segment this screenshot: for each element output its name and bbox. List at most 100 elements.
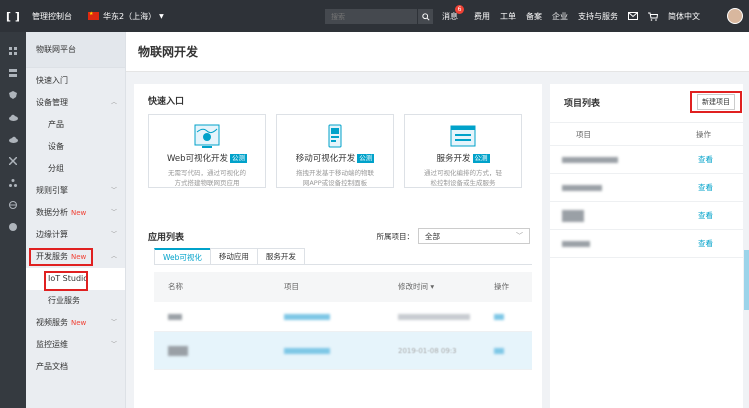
view-link[interactable]: 查看 xyxy=(698,174,713,202)
sidebar-item-label: 规则引擎 xyxy=(36,186,68,195)
cloud-upload-icon[interactable] xyxy=(8,134,18,144)
nav-messages[interactable]: 消息 6 xyxy=(442,4,464,22)
cloud-icon[interactable] xyxy=(8,112,18,122)
sidebar-item-rules[interactable]: 规则引擎 ﹀ xyxy=(26,180,125,202)
circle-icon[interactable] xyxy=(8,222,18,232)
nodes-icon[interactable] xyxy=(8,178,18,188)
sidebar-item-label: 监控运维 xyxy=(36,340,68,349)
console-link[interactable]: 管理控制台 xyxy=(32,11,72,22)
cart-icon[interactable] xyxy=(648,12,658,21)
sidebar-item-label: 数据分析 xyxy=(36,208,68,217)
nav-icp[interactable]: 备案 xyxy=(526,11,542,22)
web-visual-dev-card[interactable]: Web可视化开发 公测 无需写代码，通过可视化的 方式搭建物联网页应用 xyxy=(148,114,266,188)
table-row[interactable] xyxy=(154,302,532,332)
language-selector[interactable]: 简体中文 xyxy=(668,11,700,22)
project-row[interactable]: 查看 xyxy=(550,174,743,202)
beta-badge: 公测 xyxy=(230,153,248,163)
aliyun-logo-icon[interactable]: [ ] xyxy=(0,0,26,32)
card-desc-line: 拖拽开发基于移动端的物联 xyxy=(296,169,374,177)
product-icon-rail xyxy=(0,32,26,408)
sidebar-item-analytics[interactable]: 数据分析 New ﹀ xyxy=(26,202,125,224)
sidebar-item-group[interactable]: 分组 xyxy=(26,158,125,180)
sidebar-item-label: 产品 xyxy=(48,120,64,129)
nav-billing[interactable]: 费用 xyxy=(474,11,490,22)
view-link[interactable]: 查看 xyxy=(698,146,713,174)
app-tabs: Web可视化 移动应用 服务开发 xyxy=(154,248,305,265)
sidebar-item-docs[interactable]: 产品文档 xyxy=(26,356,125,378)
app-table-header: 名称 项目 修改时间 ▾ 操作 xyxy=(154,272,532,302)
new-badge: New xyxy=(71,209,87,217)
project-select[interactable]: 全部 ﹀ xyxy=(418,228,530,244)
sidebar-item-quickstart[interactable]: 快速入门 xyxy=(26,70,125,92)
message-badge: 6 xyxy=(455,4,464,14)
top-bar: [ ] 管理控制台 华东2（上海） ▼ 消息6 费用 工单 备案 企业 支持与服… xyxy=(0,0,749,32)
chevron-down-icon: ﹀ xyxy=(110,319,117,326)
action-redacted xyxy=(494,302,504,332)
sidebar-item-label: 设备 xyxy=(48,142,64,151)
card-desc-line: 网APP或设备控制面板 xyxy=(302,179,368,187)
project-filter: 所属项目： 全部 ﹀ xyxy=(377,228,530,244)
sidebar-item-label: 设备管理 xyxy=(36,98,68,107)
shield-icon[interactable] xyxy=(8,90,18,100)
avatar[interactable] xyxy=(727,8,743,24)
sidebar-item-video[interactable]: 视频服务 New ﹀ xyxy=(26,312,125,334)
nav-support[interactable]: 支持与服务 xyxy=(578,11,618,22)
floating-side-tab[interactable] xyxy=(744,250,749,310)
project-row[interactable]: 查看 xyxy=(550,202,743,230)
sidebar-item-edge[interactable]: 边缘计算 ﹀ xyxy=(26,224,125,246)
project-select-value: 全部 xyxy=(425,231,440,241)
search-icon[interactable] xyxy=(417,9,433,24)
new-project-button[interactable]: 新建项目 xyxy=(697,94,735,110)
region-selector[interactable]: 华东2（上海） ▼ xyxy=(88,11,164,22)
column-header-actions: 操作 xyxy=(494,282,509,291)
main-content: 物联网开发 快速入口 Web可视化开发 公测 无需写代码，通过可视化的 方式搭建物联… xyxy=(126,32,749,408)
mobile-visual-dev-card[interactable]: 移动可视化开发 公测 拖拽开发基于移动端的物联 网APP或设备控制面板 xyxy=(276,114,394,188)
project-name-redacted xyxy=(284,302,330,332)
mail-icon[interactable] xyxy=(628,12,638,20)
sidebar-item-device-mgmt[interactable]: 设备管理 ︿ xyxy=(26,92,125,114)
beta-badge: 公测 xyxy=(357,153,375,163)
sidebar-item-industry[interactable]: 行业服务 xyxy=(26,290,125,312)
new-badge: New xyxy=(71,319,87,327)
dev-card: 快速入口 Web可视化开发 公测 无需写代码，通过可视化的 方式搭建物联网页应用 移… xyxy=(134,84,542,408)
beta-badge: 公测 xyxy=(472,153,490,163)
service-dev-icon xyxy=(450,123,476,149)
nav-enterprise[interactable]: 企业 xyxy=(552,11,568,22)
column-header-modified[interactable]: 修改时间 ▾ xyxy=(398,272,434,302)
chevron-down-icon: ▼ xyxy=(159,12,164,20)
tab-divider xyxy=(154,264,532,265)
tools-icon[interactable] xyxy=(8,156,18,166)
service-dev-card[interactable]: 服务开发 公测 通过可视化编排的方式，轻 松控制设备或生成服务 xyxy=(404,114,522,188)
table-row[interactable]: 2019-01-08 09:3 xyxy=(154,332,532,370)
sidebar-item-device[interactable]: 设备 xyxy=(26,136,125,158)
sidebar-menu: 快速入门 设备管理 ︿ 产品 设备 分组 规则引擎 ﹀ 数据分析 New ﹀ 边缘计算 ﹀… xyxy=(26,68,125,378)
view-link[interactable]: 查看 xyxy=(698,202,713,230)
search-input[interactable] xyxy=(325,12,417,21)
tab-mobile-app[interactable]: 移动应用 xyxy=(209,248,258,265)
tab-web-visual[interactable]: Web可视化 xyxy=(154,248,211,265)
sidebar-item-monitoring[interactable]: 监控运维 ﹀ xyxy=(26,334,125,356)
highlight-box-dev-services xyxy=(29,248,93,266)
chevron-down-icon: ﹀ xyxy=(110,231,117,238)
sidebar-item-product[interactable]: 产品 xyxy=(26,114,125,136)
project-row[interactable]: 查看 xyxy=(550,146,743,174)
modified-time-redacted xyxy=(398,302,470,332)
project-row[interactable]: 查看 xyxy=(550,230,743,258)
card-desc-line: 通过可视化编排的方式，轻 xyxy=(424,169,502,177)
nav-tickets[interactable]: 工单 xyxy=(500,11,516,22)
view-link[interactable]: 查看 xyxy=(698,230,713,258)
tab-service-dev[interactable]: 服务开发 xyxy=(256,248,305,265)
card-desc-line: 松控制设备或生成服务 xyxy=(430,179,496,187)
grid-icon[interactable] xyxy=(8,46,18,56)
china-flag-icon xyxy=(88,11,99,20)
region-label: 华东2（上海） xyxy=(103,11,157,21)
chevron-down-icon: ﹀ xyxy=(110,187,117,194)
card-title: 服务开发 xyxy=(436,154,471,164)
column-header-project: 项目 xyxy=(284,282,299,291)
globe-icon[interactable] xyxy=(8,200,18,210)
highlight-box-new-project: 新建项目 xyxy=(690,91,742,113)
sidebar-item-label: 快速入门 xyxy=(36,76,68,85)
project-list-title: 项目列表 xyxy=(564,99,601,109)
server-icon[interactable] xyxy=(8,68,18,78)
top-nav: 消息 6 费用 工单 备案 企业 支持与服务 简体中文 xyxy=(442,0,710,32)
